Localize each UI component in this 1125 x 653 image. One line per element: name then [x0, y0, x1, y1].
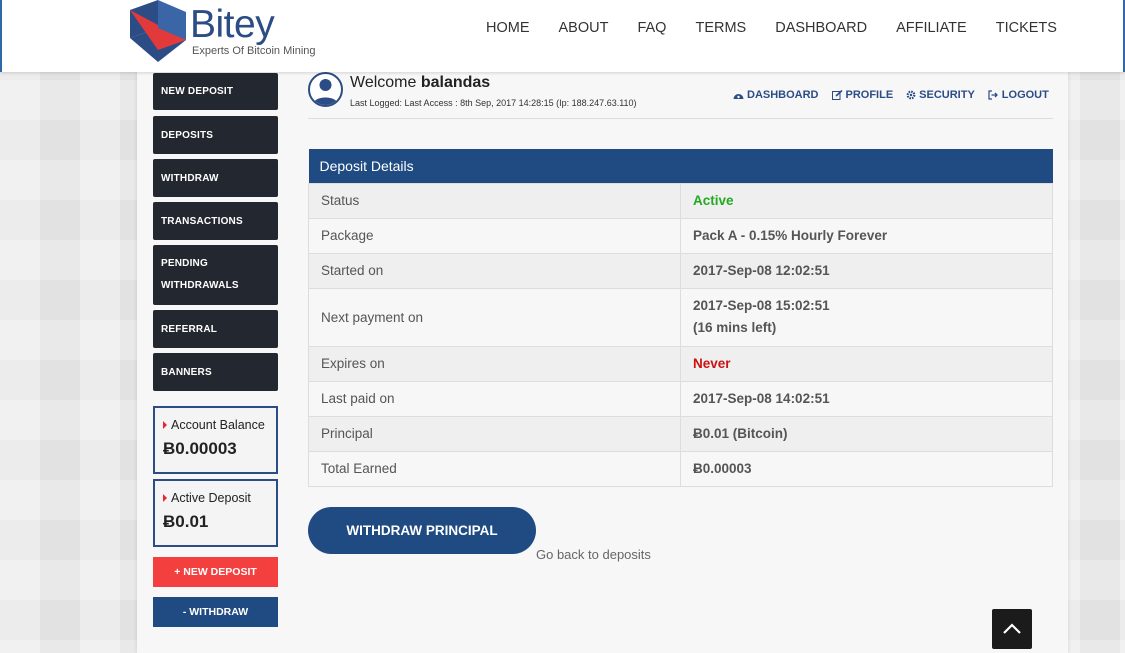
last-paid-value: 2017-Sep-08 14:02:51	[680, 380, 1053, 417]
logo-mark-icon	[130, 0, 186, 62]
chevron-up-icon	[1003, 623, 1021, 634]
logo[interactable]: Bitey Experts Of Bitcoin Mining	[128, 0, 328, 64]
user-links: DASHBOARD PROFILE SECURITY LOGOUT	[733, 89, 1062, 101]
nav-affiliate[interactable]: AFFILIATE	[896, 20, 967, 36]
dashboard-icon	[733, 94, 744, 99]
last-logged-info: Last Logged: Last Access : 8th Sep, 2017…	[350, 98, 637, 108]
sidebar-item-deposits[interactable]: DEPOSITS	[153, 116, 278, 154]
account-balance-value: Ƀ0.00003	[163, 439, 237, 458]
divider	[308, 118, 1053, 119]
caret-right-icon	[163, 421, 167, 429]
nav-home[interactable]: HOME	[486, 20, 530, 36]
table-row: Last paid on 2017-Sep-08 14:02:51	[308, 380, 1053, 417]
sidebar-item-transactions[interactable]: TRANSACTIONS	[153, 202, 278, 240]
go-back-link[interactable]: Go back to deposits	[536, 547, 651, 562]
username: balandas	[420, 74, 491, 91]
withdraw-principal-button[interactable]: WITHDRAW PRINCIPAL	[308, 507, 536, 554]
profile-link[interactable]: PROFILE	[831, 89, 893, 101]
dashboard-link[interactable]: DASHBOARD	[733, 89, 819, 101]
table-row: Status Active	[308, 182, 1053, 219]
new-deposit-button[interactable]: + NEW DEPOSIT	[153, 557, 278, 587]
sidebar-item-banners[interactable]: BANNERS	[153, 353, 278, 391]
table-title: Deposit Details	[308, 149, 1053, 183]
avatar[interactable]	[308, 72, 343, 107]
table-row: Next payment on 2017-Sep-08 15:02:51 (16…	[308, 287, 1053, 347]
next-payment-value: 2017-Sep-08 15:02:51 (16 mins left)	[680, 287, 1053, 347]
table-row: Principal Ƀ0.01 (Bitcoin)	[308, 415, 1053, 452]
active-deposit-box: Active Deposit Ƀ0.01	[153, 479, 278, 547]
row-label: Total Earned	[308, 450, 681, 487]
nav-about[interactable]: ABOUT	[559, 20, 609, 36]
table-row: Total Earned Ƀ0.00003	[308, 450, 1053, 487]
withdraw-button[interactable]: - WITHDRAW	[153, 597, 278, 627]
gear-icon	[906, 90, 916, 100]
sidebar-item-label: PENDING	[161, 258, 208, 269]
total-earned-value: Ƀ0.00003	[680, 450, 1053, 487]
row-label: Expires on	[308, 345, 681, 382]
logout-link[interactable]: LOGOUT	[988, 89, 1049, 101]
table-row: Expires on Never	[308, 345, 1053, 382]
principal-value: Ƀ0.01 (Bitcoin)	[680, 415, 1053, 452]
active-deposit-value: Ƀ0.01	[163, 512, 209, 531]
scroll-to-top-button[interactable]	[992, 609, 1032, 649]
expires-on-value: Never	[680, 345, 1053, 382]
deposit-details-table: Deposit Details Status Active Package Pa…	[308, 149, 1053, 487]
account-balance-box: Account Balance Ƀ0.00003	[153, 406, 278, 474]
site-header: Bitey Experts Of Bitcoin Mining HOME ABO…	[0, 0, 1125, 72]
row-label: Principal	[308, 415, 681, 452]
nav-terms[interactable]: TERMS	[695, 20, 746, 36]
user-icon	[313, 79, 338, 105]
nav-dashboard[interactable]: DASHBOARD	[775, 20, 867, 36]
security-link[interactable]: SECURITY	[906, 89, 975, 101]
sidebar-item-pending-withdrawals[interactable]: PENDING WITHDRAWALS	[153, 245, 278, 305]
nav-tickets[interactable]: TICKETS	[996, 20, 1057, 36]
table-row: Started on 2017-Sep-08 12:02:51	[308, 252, 1053, 289]
row-label: Next payment on	[308, 287, 681, 347]
row-label: Started on	[308, 252, 681, 289]
time-left: (16 mins left)	[693, 320, 777, 335]
status-value: Active	[680, 182, 1053, 219]
welcome-text: Welcome balandas	[350, 74, 491, 91]
sidebar-item-referral[interactable]: REFERRAL	[153, 310, 278, 348]
active-deposit-label: Active Deposit	[171, 491, 251, 505]
nav-faq[interactable]: FAQ	[637, 20, 666, 36]
sidebar-item-new-deposit[interactable]: NEW DEPOSIT	[153, 73, 278, 110]
caret-right-icon	[163, 494, 167, 502]
started-on-value: 2017-Sep-08 12:02:51	[680, 252, 1053, 289]
row-label: Status	[308, 182, 681, 219]
edit-icon	[831, 90, 843, 100]
brand-tagline: Experts Of Bitcoin Mining	[192, 45, 316, 57]
sidebar-item-label: WITHDRAWALS	[161, 280, 239, 291]
row-label: Last paid on	[308, 380, 681, 417]
main-nav: HOME ABOUT FAQ TERMS DASHBOARD AFFILIATE…	[486, 20, 1086, 36]
account-balance-label: Account Balance	[171, 418, 265, 432]
logout-icon	[988, 90, 998, 100]
brand-name: Bitey	[190, 3, 275, 46]
package-value: Pack A - 0.15% Hourly Forever	[680, 217, 1053, 254]
sidebar-item-withdraw[interactable]: WITHDRAW	[153, 159, 278, 197]
row-label: Package	[308, 217, 681, 254]
table-row: Package Pack A - 0.15% Hourly Forever	[308, 217, 1053, 254]
